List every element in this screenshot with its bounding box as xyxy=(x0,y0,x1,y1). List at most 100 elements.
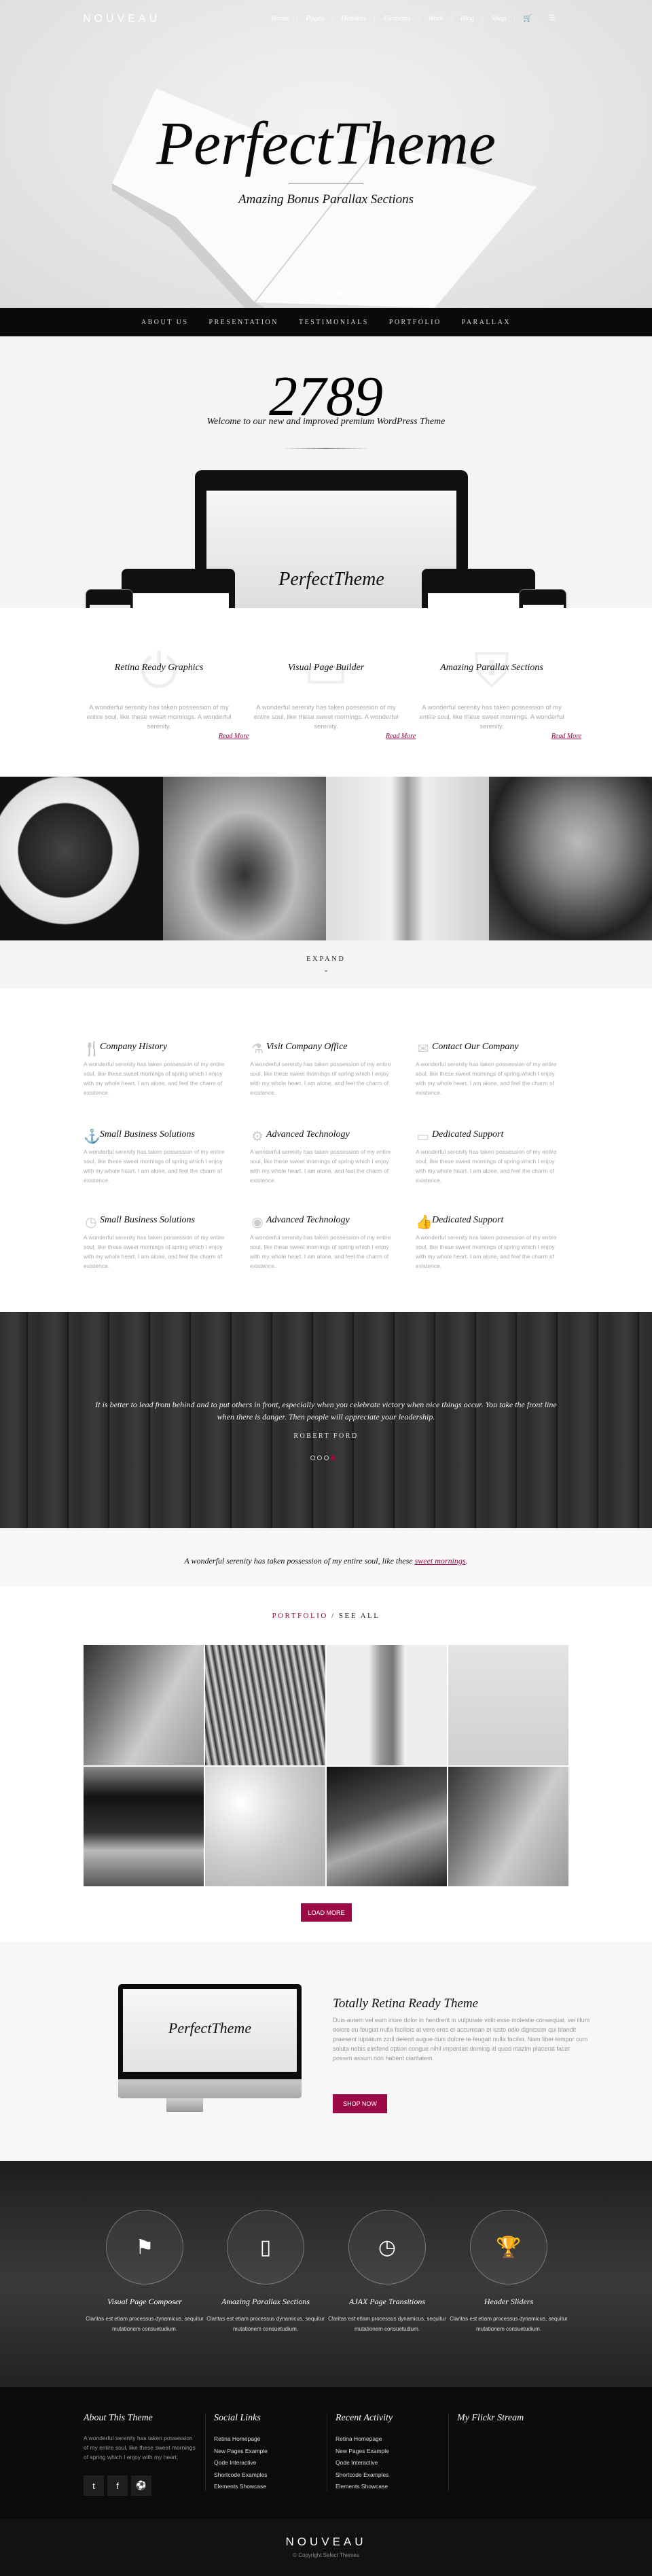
service-title: Company History xyxy=(100,1042,168,1052)
footer-link[interactable]: Qode Interactive xyxy=(336,2457,393,2469)
gallery-image[interactable] xyxy=(163,777,326,940)
gear-icon: ⚙ xyxy=(251,1129,264,1144)
cart-icon[interactable]: 🛒 xyxy=(514,14,541,22)
nav-elements[interactable]: Elements xyxy=(374,14,418,22)
sweet-mornings-link[interactable]: sweet mornings xyxy=(415,1556,466,1566)
footer-flickr: My Flickr Stream xyxy=(457,2413,524,2433)
read-more-link[interactable]: Read More xyxy=(326,733,475,740)
service-title: Visit Company Office xyxy=(266,1042,348,1052)
feature-title: Amazing Parallax Sections xyxy=(440,663,543,673)
footer-link[interactable]: Shortcode Examples xyxy=(214,2469,268,2482)
feature-title: Visual Page Builder xyxy=(287,663,365,673)
dribbble-icon[interactable]: ⚽ xyxy=(131,2475,151,2496)
footer-logo[interactable]: NOUVEAU xyxy=(0,2535,652,2549)
nav-headers[interactable]: Headers xyxy=(332,14,374,22)
portfolio-item[interactable] xyxy=(84,1766,204,1886)
envelope-icon: ✉ xyxy=(417,1042,429,1057)
portfolio-item[interactable] xyxy=(205,1766,325,1886)
portfolio-label[interactable]: PORTFOLIO xyxy=(272,1612,327,1620)
feature-title: Retina Ready Graphics xyxy=(114,663,204,673)
portfolio-item[interactable] xyxy=(327,1645,447,1765)
parallax-text: Claritas est etiam processus dynamicus, … xyxy=(328,2316,446,2332)
footer-link[interactable]: Qode Interactive xyxy=(214,2457,268,2469)
slider-dot[interactable] xyxy=(328,289,334,296)
footer-link[interactable]: New Pages Example xyxy=(214,2446,268,2458)
footer: About This Theme A wonderful serenity ha… xyxy=(0,2387,652,2519)
footer-link[interactable]: Retina Homepage xyxy=(336,2433,393,2446)
tablet-icon: ▯ xyxy=(227,2210,304,2284)
serenity-section: A wonderful serenity has taken possessio… xyxy=(0,1528,652,1587)
gallery-image[interactable] xyxy=(489,777,652,940)
slider-dot-active[interactable] xyxy=(337,289,343,296)
slider-dot[interactable] xyxy=(310,289,316,296)
read-more-link[interactable]: Read More xyxy=(492,733,641,740)
device-screen-title: PerfectTheme xyxy=(278,569,384,590)
nav-home[interactable]: Home xyxy=(263,14,297,22)
nav-blog[interactable]: Blog xyxy=(451,14,483,22)
facebook-icon[interactable]: f xyxy=(107,2475,128,2496)
gallery-image[interactable] xyxy=(0,777,163,940)
portfolio-grid xyxy=(84,1645,568,1886)
gallery-image[interactable] xyxy=(326,777,489,940)
portfolio-item[interactable] xyxy=(327,1766,447,1886)
image-strip xyxy=(0,777,652,940)
section-nav-testimonials[interactable]: TESTIMONIALS xyxy=(299,319,369,326)
parallax-title: Header Sliders xyxy=(484,2297,534,2306)
service-title: Contact Our Company xyxy=(432,1042,519,1052)
twitter-icon[interactable]: t xyxy=(84,2475,104,2496)
expand-bar[interactable]: EXPAND ⌄ xyxy=(0,940,652,989)
service-title: Advanced Technology xyxy=(266,1129,350,1140)
main-nav: Home Pages Headers Elements Work Blog Sh… xyxy=(263,14,564,22)
slider-dot[interactable] xyxy=(317,1455,322,1460)
nav-shop[interactable]: Shop xyxy=(482,14,514,22)
section-nav-about[interactable]: ABOUT US xyxy=(141,319,189,326)
section-nav-parallax[interactable]: PARALLAX xyxy=(462,319,511,326)
slider-dot-active[interactable] xyxy=(331,1455,336,1460)
counter-section: 2789 Welcome to our new and improved pre… xyxy=(0,336,652,608)
footer-link[interactable]: Elements Showcase xyxy=(214,2481,268,2493)
hero-title: PerfectTheme xyxy=(156,110,496,177)
expand-label[interactable]: EXPAND xyxy=(0,955,652,963)
testimonial-quote: It is better to lead from behind and to … xyxy=(95,1400,557,1422)
monitor-image: PerfectTheme xyxy=(118,1984,302,2098)
chevron-down-icon[interactable]: ⌄ xyxy=(0,966,652,974)
footer-bottom: NOUVEAU © Copyright Select Themes xyxy=(0,2519,652,2576)
retina-section: PerfectTheme Totally Retina Ready Theme … xyxy=(0,1942,652,2161)
section-nav-presentation[interactable]: PRESENTATION xyxy=(209,319,278,326)
service-title: Small Business Solutions xyxy=(100,1129,196,1140)
footer-recent-activity: Recent Activity Retina Homepage New Page… xyxy=(336,2413,393,2493)
footer-link[interactable]: Retina Homepage xyxy=(214,2433,268,2446)
service-text: A wonderful serenity has taken possessio… xyxy=(84,1234,225,1269)
period: . xyxy=(465,1556,468,1566)
copyright: © Copyright Select Themes xyxy=(293,2552,359,2558)
footer-link[interactable]: Elements Showcase xyxy=(336,2481,393,2493)
load-more-button[interactable]: LOAD MORE xyxy=(301,1903,352,1922)
read-more-link[interactable]: Read More xyxy=(159,733,308,740)
service-text: A wonderful serenity has taken possessio… xyxy=(84,1061,225,1096)
portfolio-item[interactable] xyxy=(448,1766,568,1886)
service-text: A wonderful serenity has taken possessio… xyxy=(250,1061,391,1096)
nav-pages[interactable]: Pages xyxy=(297,14,332,22)
footer-link[interactable]: Shortcode Examples xyxy=(336,2469,393,2482)
portfolio-item[interactable] xyxy=(448,1645,568,1765)
trophy-icon: 🏆 xyxy=(470,2210,547,2284)
service-text: A wonderful serenity has taken possessio… xyxy=(250,1234,391,1269)
section-nav-portfolio[interactable]: PORTFOLIO xyxy=(389,319,441,326)
section-nav: ABOUT US PRESENTATION TESTIMONIALS PORTF… xyxy=(0,308,652,336)
nav-work[interactable]: Work xyxy=(418,14,452,22)
service-text: A wonderful serenity has taken possessio… xyxy=(416,1234,557,1269)
logo[interactable]: NOUVEAU xyxy=(83,13,160,25)
see-all-link[interactable]: SEE ALL xyxy=(339,1612,380,1620)
portfolio-item[interactable] xyxy=(84,1645,204,1765)
parallax-title: Amazing Parallax Sections xyxy=(221,2297,310,2306)
serenity-sentence: A wonderful serenity has taken possessio… xyxy=(184,1556,415,1566)
slider-dot[interactable] xyxy=(324,1455,329,1460)
shop-now-button[interactable]: SHOP NOW xyxy=(333,2094,387,2113)
slider-dot[interactable] xyxy=(319,289,325,296)
slider-dot[interactable] xyxy=(310,1455,315,1460)
service-title: Advanced Technology xyxy=(266,1215,350,1225)
menu-icon[interactable]: ☰ xyxy=(541,14,564,22)
portfolio-item[interactable] xyxy=(205,1645,325,1765)
features-section: ⏻ Retina Ready Graphics A wonderful sere… xyxy=(0,608,652,777)
footer-link[interactable]: New Pages Example xyxy=(336,2446,393,2458)
